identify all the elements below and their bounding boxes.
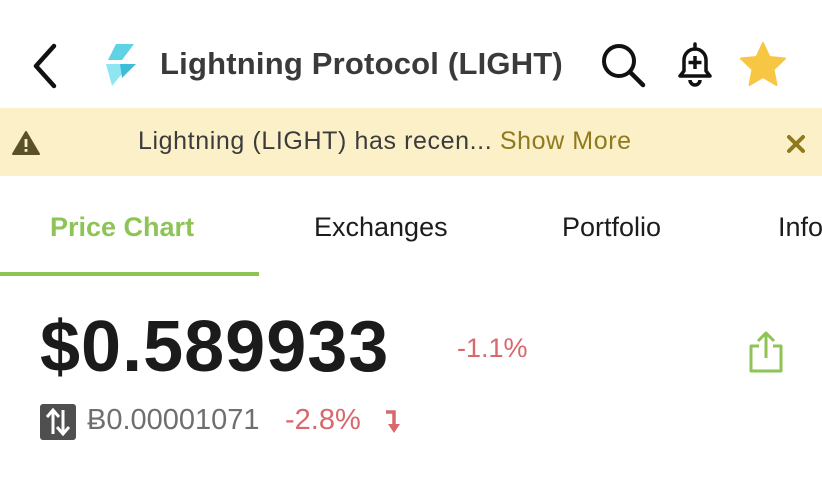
share-icon[interactable] [748, 330, 784, 374]
tab-price-chart[interactable]: Price Chart [50, 212, 194, 243]
trend-down-icon [386, 410, 400, 433]
usd-price: $0.589933 [40, 307, 390, 387]
tab-portfolio[interactable]: Portfolio [562, 212, 661, 243]
banner-message-row: Lightning (LIGHT) has recen... Show More [138, 127, 632, 156]
swap-currency-icon[interactable] [40, 404, 76, 440]
show-more-link[interactable]: Show More [500, 127, 632, 155]
tab-exchanges[interactable]: Exchanges [314, 212, 448, 243]
star-icon[interactable] [738, 40, 788, 90]
lightning-logo [106, 44, 136, 86]
back-arrow-icon[interactable] [28, 40, 68, 92]
close-icon[interactable] [782, 130, 810, 158]
page-title: Lightning Protocol (LIGHT) [160, 46, 563, 81]
warning-icon [12, 131, 40, 155]
search-icon[interactable] [598, 40, 648, 90]
tab-bar: Price Chart Exchanges Portfolio Info [0, 176, 822, 276]
btc-price: Ƀ0.00001071 [87, 404, 260, 436]
bell-plus-icon[interactable] [670, 40, 720, 90]
banner-message: Lightning (LIGHT) has recen... [138, 127, 493, 155]
usd-change: -1.1% [457, 333, 528, 363]
app-header: Lightning Protocol (LIGHT) [0, 0, 822, 108]
tab-info[interactable]: Info [778, 212, 822, 243]
active-tab-indicator [0, 272, 259, 276]
btc-change: -2.8% [285, 404, 361, 436]
